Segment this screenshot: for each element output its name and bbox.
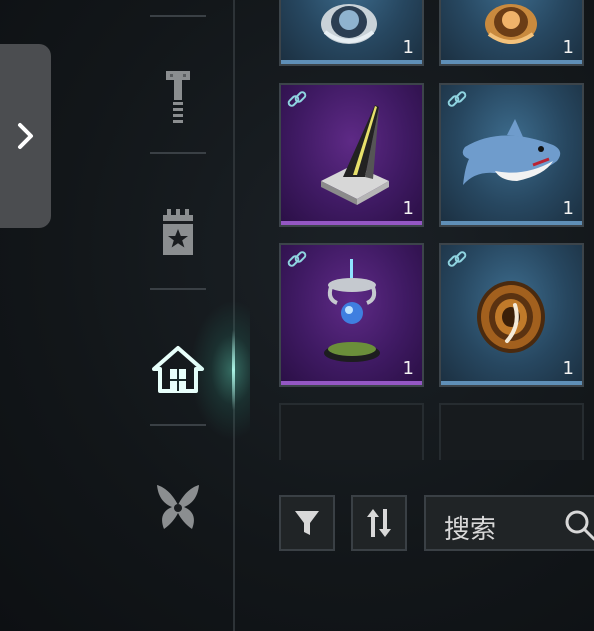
search-icon[interactable] bbox=[564, 509, 594, 541]
floating-orb-device-item bbox=[324, 259, 380, 362]
item-quantity: 1 bbox=[562, 198, 574, 219]
rail-divider bbox=[150, 152, 206, 154]
inventory-slot[interactable]: 1 bbox=[279, 243, 424, 387]
calendar-star-icon bbox=[163, 209, 193, 255]
nav-item-butterfly[interactable] bbox=[140, 472, 216, 542]
item-quantity: 1 bbox=[562, 37, 574, 58]
rarity-bar bbox=[441, 381, 582, 385]
sort-icon bbox=[367, 509, 391, 537]
rarity-bar bbox=[441, 221, 582, 225]
rarity-bar bbox=[281, 221, 422, 225]
spiral-shell-fossil-item bbox=[477, 281, 545, 353]
silver-orb-trophy-item bbox=[321, 4, 377, 44]
active-indicator bbox=[232, 330, 235, 410]
rail-divider bbox=[150, 15, 206, 17]
chevron-right-icon bbox=[17, 123, 33, 149]
inventory-slot[interactable]: 1 bbox=[279, 0, 424, 66]
launch-ramp-tower-item bbox=[321, 105, 389, 205]
inventory-slot[interactable]: 1 bbox=[439, 83, 584, 227]
inventory-slot[interactable]: 1 bbox=[279, 83, 424, 227]
search-box[interactable]: 搜索 bbox=[424, 495, 594, 551]
item-quantity: 1 bbox=[402, 37, 414, 58]
inventory-slot-empty[interactable] bbox=[279, 403, 424, 460]
bronze-orb-trophy-item bbox=[485, 4, 537, 44]
bolt-icon bbox=[166, 71, 190, 123]
inventory-grid: 1 1 1 1 1 1 bbox=[279, 0, 594, 460]
filter-button[interactable] bbox=[279, 495, 335, 551]
rarity-bar bbox=[441, 60, 582, 64]
search-input[interactable]: 搜索 bbox=[444, 509, 496, 546]
inventory-slot[interactable]: 1 bbox=[439, 0, 584, 66]
filter-icon bbox=[295, 511, 319, 535]
nav-item-calendar[interactable] bbox=[140, 198, 216, 268]
inventory-slot-empty[interactable] bbox=[439, 403, 584, 460]
shark-plush-item bbox=[462, 119, 561, 185]
rail-divider bbox=[150, 288, 206, 290]
item-quantity: 1 bbox=[402, 358, 414, 379]
inventory-slot[interactable]: 1 bbox=[439, 243, 584, 387]
nav-item-bolt[interactable] bbox=[140, 62, 216, 132]
butterfly-icon bbox=[157, 485, 199, 529]
rarity-bar bbox=[281, 60, 422, 64]
item-quantity: 1 bbox=[562, 358, 574, 379]
item-quantity: 1 bbox=[402, 198, 414, 219]
active-glow bbox=[190, 300, 250, 440]
sort-button[interactable] bbox=[351, 495, 407, 551]
expand-panel-button[interactable] bbox=[0, 44, 51, 228]
rarity-bar bbox=[281, 381, 422, 385]
